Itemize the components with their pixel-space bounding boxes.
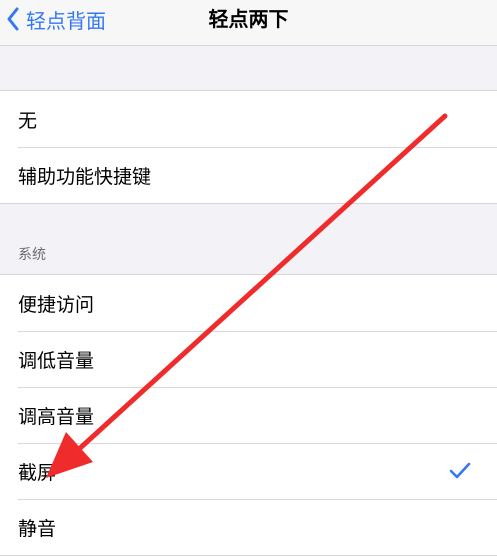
checkmark-icon — [449, 462, 471, 480]
option-reachability[interactable]: 便捷访问 — [0, 275, 497, 331]
action-group-system: 便捷访问 调低音量 调高音量 截屏 静音 — [0, 274, 497, 556]
option-accessibility-shortcut[interactable]: 辅助功能快捷键 — [0, 147, 497, 203]
option-label: 便捷访问 — [18, 293, 95, 316]
option-label: 截屏 — [18, 461, 57, 484]
option-label: 辅助功能快捷键 — [18, 165, 152, 188]
option-volume-up[interactable]: 调高音量 — [0, 387, 497, 443]
option-none[interactable]: 无 — [0, 91, 497, 147]
navigation-bar: 轻点背面 轻点两下 — [0, 0, 497, 46]
option-label: 调高音量 — [18, 405, 95, 428]
section-header-system: 系统 — [18, 247, 46, 263]
option-screenshot[interactable]: 截屏 — [0, 443, 497, 499]
option-volume-down[interactable]: 调低音量 — [0, 331, 497, 387]
action-group-general: 无 辅助功能快捷键 — [0, 90, 497, 204]
option-label: 无 — [18, 109, 38, 132]
page-title: 轻点两下 — [208, 7, 289, 31]
option-mute[interactable]: 静音 — [0, 499, 497, 555]
option-label: 调低音量 — [18, 349, 95, 372]
option-label: 静音 — [18, 517, 57, 540]
